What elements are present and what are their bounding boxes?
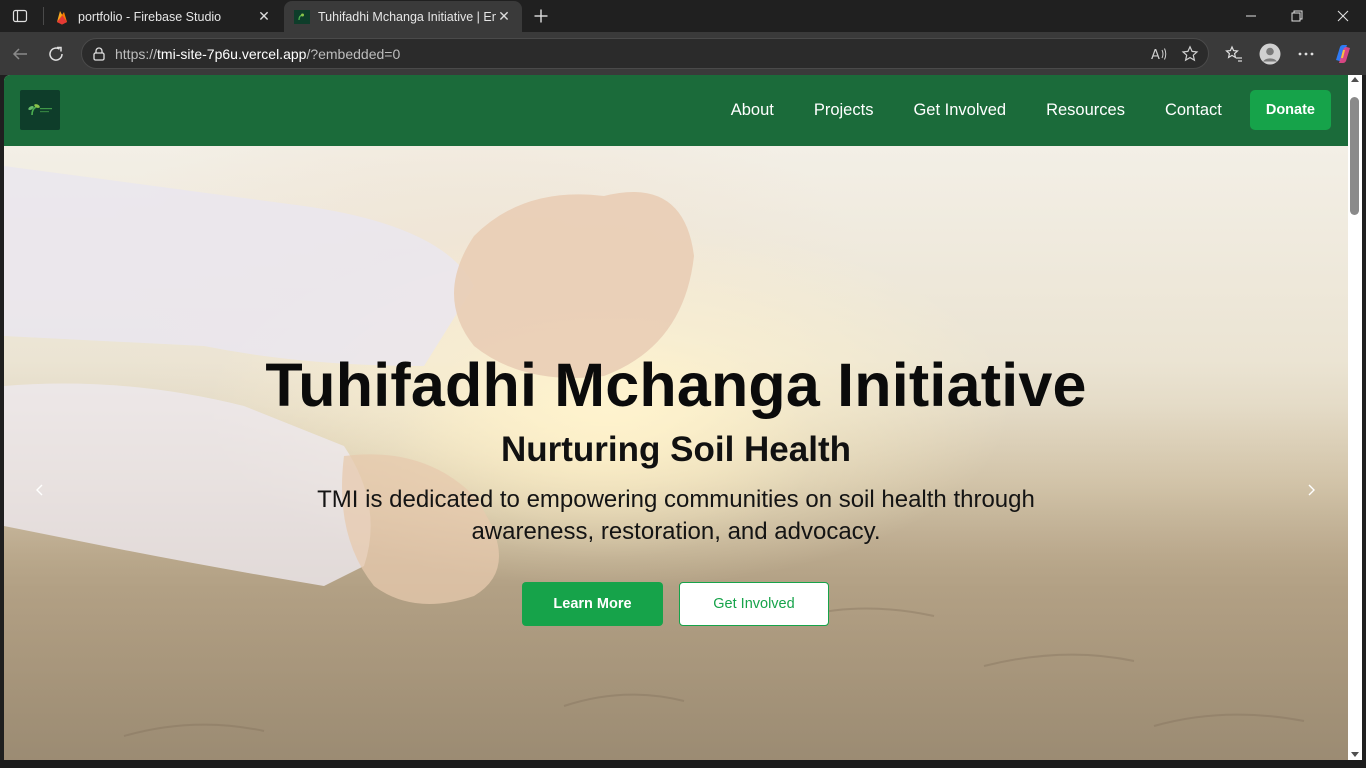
page-viewport: About Projects Get Involved Resources Co… <box>4 75 1348 760</box>
address-bar[interactable]: https://tmi-site-7p6u.vercel.app/?embedd… <box>81 38 1209 69</box>
read-aloud-icon[interactable]: A <box>1150 45 1168 63</box>
get-involved-button[interactable]: Get Involved <box>679 582 829 626</box>
main-nav: About Projects Get Involved Resources Co… <box>691 90 1331 130</box>
hero-carousel: Tuhifadhi Mchanga Initiative Nurturing S… <box>4 146 1348 760</box>
new-tab-icon[interactable] <box>529 4 553 28</box>
browser-tab-tmi[interactable]: Tuhifadhi Mchanga Initiative | Em ✕ <box>284 1 522 32</box>
nav-get-involved[interactable]: Get Involved <box>913 101 1006 120</box>
tab-title: portfolio - Firebase Studio <box>78 9 222 24</box>
firebase-icon <box>54 9 70 25</box>
restore-icon[interactable] <box>1274 0 1320 32</box>
refresh-icon[interactable] <box>43 41 69 67</box>
url-path: /?embedded=0 <box>306 46 401 62</box>
scroll-up-icon[interactable] <box>1351 77 1359 82</box>
page-scrollbar[interactable] <box>1348 75 1362 760</box>
more-options-icon[interactable] <box>1293 41 1319 67</box>
copilot-icon[interactable] <box>1330 41 1356 67</box>
close-window-icon[interactable] <box>1320 0 1366 32</box>
url-scheme: https:// <box>115 46 158 62</box>
minimize-icon[interactable] <box>1228 0 1274 32</box>
tab-title: Tuhifadhi Mchanga Initiative | Em <box>318 9 496 24</box>
tab-actions-icon[interactable] <box>8 4 32 28</box>
tmi-logo-icon <box>294 9 310 25</box>
hero-title: Tuhifadhi Mchanga Initiative <box>265 351 1087 419</box>
url-host: tmi-site-7p6u.vercel.app <box>157 46 307 62</box>
nav-contact[interactable]: Contact <box>1165 101 1222 120</box>
svg-text:A: A <box>1151 48 1160 63</box>
leaf-logo-icon <box>28 104 52 116</box>
nav-about[interactable]: About <box>731 101 774 120</box>
site-header: About Projects Get Involved Resources Co… <box>4 75 1348 146</box>
hero-content: Tuhifadhi Mchanga Initiative Nurturing S… <box>4 146 1348 760</box>
window-bottom-edge <box>0 760 1366 768</box>
nav-projects[interactable]: Projects <box>814 101 874 120</box>
learn-more-button[interactable]: Learn More <box>522 582 663 626</box>
favorites-icon[interactable] <box>1221 41 1247 67</box>
site-logo[interactable] <box>20 90 60 130</box>
profile-avatar[interactable] <box>1257 41 1283 67</box>
browser-tab-bar: portfolio - Firebase Studio ✕ Tuhifadhi … <box>0 0 1366 32</box>
donate-button[interactable]: Donate <box>1249 90 1331 130</box>
close-tab-icon[interactable]: ✕ <box>496 8 512 25</box>
browser-toolbar: https://tmi-site-7p6u.vercel.app/?embedd… <box>0 32 1366 75</box>
scrollbar-thumb[interactable] <box>1350 97 1359 215</box>
url-text: https://tmi-site-7p6u.vercel.app/?embedd… <box>115 46 400 62</box>
carousel-next-icon[interactable] <box>1301 480 1321 500</box>
close-tab-icon[interactable]: ✕ <box>256 8 272 25</box>
scroll-down-icon[interactable] <box>1351 752 1359 757</box>
favorite-star-icon[interactable] <box>1181 45 1199 63</box>
browser-tab-portfolio[interactable]: portfolio - Firebase Studio ✕ <box>44 1 282 32</box>
hero-description: TMI is dedicated to empowering communiti… <box>317 486 1035 545</box>
carousel-prev-icon[interactable] <box>30 480 50 500</box>
back-icon[interactable] <box>7 41 33 67</box>
site-info-icon[interactable] <box>91 46 107 62</box>
nav-resources[interactable]: Resources <box>1046 101 1125 120</box>
hero-subtitle: Nurturing Soil Health <box>501 430 851 469</box>
